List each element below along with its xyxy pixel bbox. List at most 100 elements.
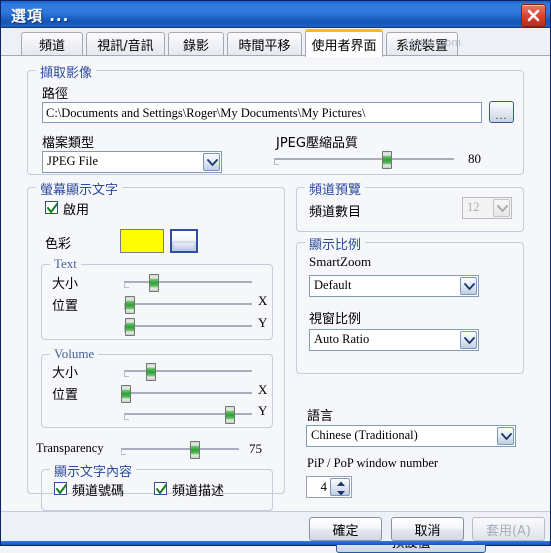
text-y-label: Y	[258, 315, 268, 330]
capture-group: 擷取影像 路徑 C:\Documents and Settings\Roger\…	[27, 62, 524, 175]
tab-record[interactable]: 錄影	[168, 32, 224, 55]
language-label: 語言	[307, 409, 334, 424]
volume-size-slider[interactable]	[124, 362, 252, 381]
slider-tick	[121, 449, 126, 455]
text-position-y-slider[interactable]	[124, 317, 252, 336]
osd-enable-label: 啟用	[63, 203, 90, 218]
chevron-down-icon[interactable]	[460, 331, 477, 349]
transparency-slider[interactable]	[121, 440, 239, 459]
checkbox-box	[45, 201, 58, 214]
slider-thumb[interactable]	[224, 406, 235, 424]
dialog-footer: 確定 取消 套用(A)	[1, 511, 550, 545]
slider-track	[274, 158, 454, 160]
slider-thumb[interactable]	[121, 385, 132, 403]
smartzoom-combo[interactable]: Default	[309, 275, 479, 297]
window-ratio-combo[interactable]: Auto Ratio	[309, 329, 479, 351]
volume-position-x-slider[interactable]	[121, 384, 252, 403]
content-channel-desc-label: 頻道描述	[172, 484, 225, 499]
close-icon[interactable]	[521, 4, 546, 27]
slider-track	[124, 325, 252, 327]
osd-volume-subgroup-title: Volume	[50, 346, 99, 362]
slider-tick	[274, 159, 279, 165]
slider-track	[124, 392, 252, 394]
filetype-value: JPEG File	[47, 154, 99, 168]
watermark: Hot3c.com	[405, 37, 462, 49]
text-position-x-slider[interactable]	[124, 295, 252, 314]
tab-ui[interactable]: 使用者界面	[305, 29, 383, 57]
preview-group: 頻道預覽 頻道數目 12	[296, 179, 524, 232]
options-dialog: 選項 ... 頻道 視訊/音訊 錄影 時間平移 使用者界面 系統裝置 Hot3c…	[0, 0, 551, 553]
text-size-slider[interactable]	[124, 273, 252, 292]
smartzoom-value: Default	[314, 278, 352, 292]
volume-size-label: 大小	[52, 366, 79, 381]
window-ratio-label: 視窗比例	[309, 312, 362, 327]
filetype-combo[interactable]: JPEG File	[42, 151, 222, 173]
tab-channel[interactable]: 頻道	[21, 32, 83, 55]
pip-value: 4	[320, 479, 328, 494]
path-label: 路徑	[42, 87, 69, 102]
osd-group-title: 螢幕顯示文字	[36, 179, 123, 198]
apply-button: 套用(A)	[472, 517, 545, 541]
slider-thumb[interactable]	[381, 151, 392, 169]
slider-thumb[interactable]	[190, 441, 201, 459]
chevron-down-icon[interactable]	[203, 153, 220, 171]
channel-count-value: 12	[467, 200, 480, 214]
checkbox-box	[154, 482, 167, 495]
filetype-label: 檔案類型	[42, 136, 95, 151]
color-picker-button[interactable]	[170, 229, 198, 253]
chevron-down-icon[interactable]	[497, 427, 514, 445]
color-swatch[interactable]	[120, 229, 164, 253]
channel-count-combo[interactable]: 12	[462, 197, 512, 219]
slider-thumb[interactable]	[145, 363, 156, 381]
stepper-buttons[interactable]	[330, 478, 350, 496]
pip-stepper[interactable]: 4	[306, 476, 352, 498]
content-channel-number-label: 頻道號碼	[72, 484, 125, 499]
slider-track	[121, 448, 239, 450]
ok-button[interactable]: 確定	[309, 517, 382, 541]
jpeg-quality-value: 80	[468, 151, 481, 166]
volume-x-label: X	[258, 382, 268, 397]
osd-volume-subgroup: Volume 大小 位置 X Y	[41, 346, 273, 428]
window-title: 選項 ...	[11, 7, 70, 25]
jpeg-quality-slider[interactable]	[274, 150, 454, 169]
language-value: Chinese (Traditional)	[311, 428, 418, 442]
checkbox-box	[54, 482, 67, 495]
slider-thumb[interactable]	[125, 296, 136, 314]
slider-tick	[124, 414, 129, 420]
volume-y-label: Y	[258, 403, 268, 418]
browse-button[interactable]: ...	[489, 101, 514, 123]
chevron-down-icon[interactable]	[493, 199, 510, 217]
slider-thumb[interactable]	[149, 274, 160, 292]
capture-group-title: 擷取影像	[36, 62, 97, 81]
slider-track	[124, 370, 252, 372]
slider-track	[124, 281, 252, 283]
transparency-value: 75	[249, 441, 262, 456]
text-size-label: 大小	[52, 277, 79, 292]
channel-count-label: 頻道數目	[309, 205, 362, 220]
cancel-button[interactable]: 取消	[391, 517, 464, 541]
tab-panel-ui: 擷取影像 路徑 C:\Documents and Settings\Roger\…	[1, 55, 550, 553]
chevron-down-icon[interactable]	[460, 277, 477, 295]
osd-content-subgroup: 顯示文字內容 頻道號碼 頻道描述	[41, 461, 273, 511]
slider-thumb[interactable]	[125, 318, 136, 336]
tab-av[interactable]: 視訊/音訊	[86, 32, 165, 55]
path-input[interactable]: C:\Documents and Settings\Roger\My Docum…	[42, 102, 482, 123]
osd-text-subgroup-title: Text	[50, 256, 81, 272]
volume-position-label: 位置	[52, 388, 79, 403]
volume-position-y-slider[interactable]	[124, 405, 252, 424]
text-position-label: 位置	[52, 299, 79, 314]
slider-tick	[124, 282, 129, 288]
jpeg-quality-label: JPEG壓縮品質	[276, 136, 358, 151]
color-picker-strip	[174, 242, 194, 249]
ratio-group: 顯示比例 SmartZoom Default 視窗比例 Auto Ratio	[296, 234, 524, 374]
osd-text-subgroup: Text 大小 位置 X Y	[41, 256, 273, 340]
smartzoom-label: SmartZoom	[309, 254, 372, 269]
language-combo[interactable]: Chinese (Traditional)	[306, 425, 516, 447]
ratio-group-title: 顯示比例	[305, 234, 366, 253]
text-x-label: X	[258, 293, 268, 308]
slider-tick	[124, 371, 129, 377]
title-bar[interactable]: 選項 ...	[1, 1, 550, 28]
tab-timeshift[interactable]: 時間平移	[227, 32, 302, 55]
pip-label: PiP / PoP window number	[307, 456, 439, 470]
window-ratio-value: Auto Ratio	[314, 332, 370, 346]
